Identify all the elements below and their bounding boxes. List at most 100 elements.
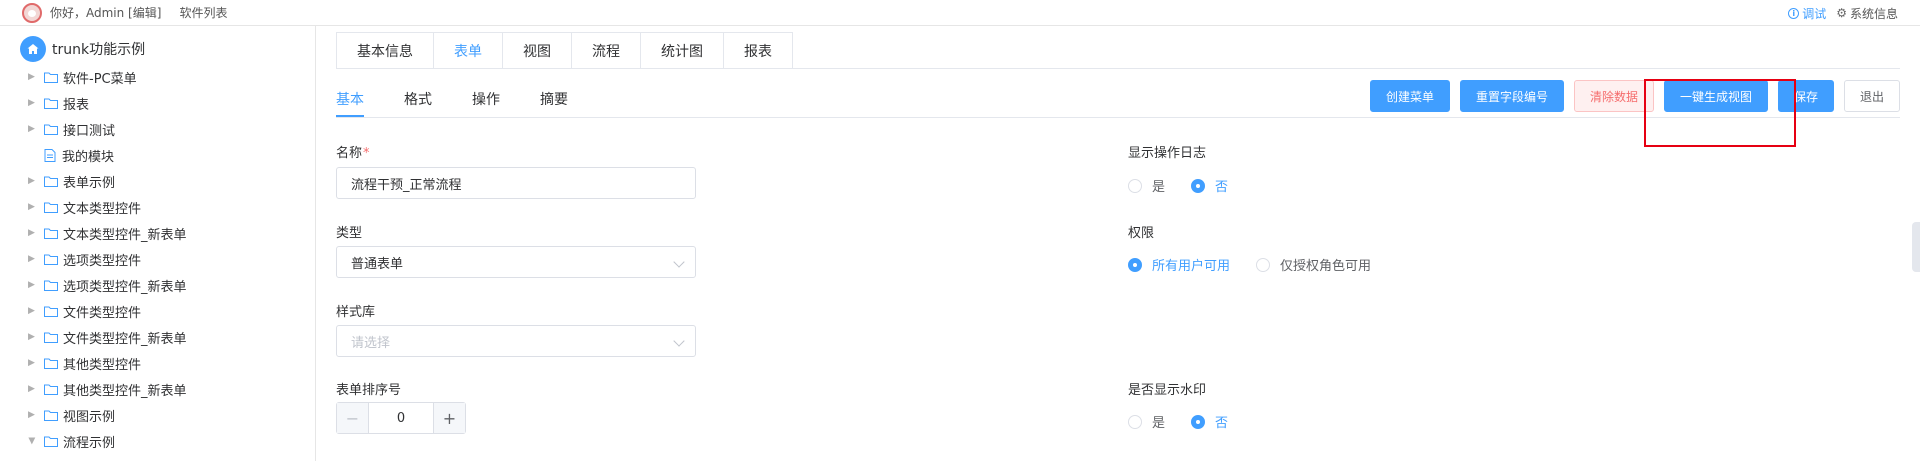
caret-right-icon[interactable]: ▶ [28,98,38,108]
sidebar-item-label: 文本类型控件_新表单 [63,227,187,243]
sidebar-item[interactable]: ▶ 视图示例 [0,402,316,428]
caret-right-icon[interactable]: ▶ [28,124,38,134]
debug-link[interactable]: i 调试 [1788,5,1826,22]
caret-right-icon[interactable]: ▶ [28,72,38,82]
permission-all-users-radio[interactable]: 所有用户可用 [1128,255,1230,274]
sub-tab[interactable]: 摘要 [540,82,568,116]
sidebar-item[interactable]: ▶ 文件类型控件_新表单 [0,324,316,350]
folder-icon [44,176,58,187]
sidebar-item-label: 表单示例 [63,175,116,191]
caret-right-icon[interactable]: ▶ [28,176,38,186]
caret-down-icon[interactable]: ▶ [26,436,38,446]
top-bar: 你好，Admin [编辑] 软件列表 i 调试 ⚙ 系统信息 [0,0,1920,26]
radio-label: 否 [1215,180,1229,195]
name-label-text: 名称 [336,146,363,161]
reset-field-number-button[interactable]: 重置字段编号 [1460,80,1564,112]
folder-icon [44,280,58,291]
radio-label: 是 [1152,180,1166,195]
sidebar-item[interactable]: 我的模块 [0,142,316,168]
permission-radio-group: 所有用户可用 仅授权角色可用 [1128,255,1397,274]
caret-right-icon[interactable]: ▶ [28,280,38,290]
sidebar-item[interactable]: ▶ 文件类型控件 [0,298,316,324]
radio-circle [1128,178,1142,193]
type-select-value: 普通表单 [351,256,404,272]
radio-circle [1256,257,1271,272]
sub-tab[interactable]: 格式 [404,82,432,116]
watermark-no-radio[interactable]: 否 [1191,412,1228,431]
top-tab[interactable]: 报表 [724,33,792,69]
chevron-down-icon [673,256,685,268]
top-right-links: i 调试 ⚙ 系统信息 [1788,0,1898,26]
sub-tab[interactable]: 基本 [336,82,364,117]
top-tab[interactable]: 表单 [434,33,503,69]
radio-circle [1191,178,1206,193]
sub-tabs-divider [336,117,1900,118]
increment-button[interactable]: + [433,403,465,433]
type-select[interactable]: 普通表单 [336,246,696,278]
form-order-value[interactable]: 0 [369,403,433,433]
decrement-button[interactable]: − [337,403,369,433]
top-tab[interactable]: 视图 [503,33,572,69]
debug-label: 调试 [1802,6,1827,21]
show-log-label: 显示操作日志 [1128,146,1207,161]
sidebar-item[interactable]: ▶ 选项类型控件 [0,246,316,272]
folder-open-icon [44,436,58,447]
top-tab[interactable]: 基本信息 [337,33,434,69]
home-icon [20,36,46,62]
sidebar-item-label: 文件类型控件 [63,305,142,321]
show-log-yes-radio[interactable]: 是 [1128,176,1165,195]
folder-icon [44,124,58,135]
create-menu-button[interactable]: 创建菜单 [1370,80,1450,112]
collapse-handle[interactable] [1912,222,1920,272]
name-input[interactable]: 流程干预_正常流程 [336,167,696,199]
sidebar-item-label: 选项类型控件_新表单 [63,279,187,295]
permission-authorized-roles-radio[interactable]: 仅授权角色可用 [1256,255,1371,274]
permission-label: 权限 [1128,226,1155,241]
sidebar-item[interactable]: ▶ 其他类型控件 [0,350,316,376]
sidebar-item[interactable]: ▶ 报表 [0,90,316,116]
sidebar-item-label: 软件-PC菜单 [63,71,137,87]
sidebar-item[interactable]: ▶ 选项类型控件_新表单 [0,272,316,298]
watermark-yes-radio[interactable]: 是 [1128,412,1165,431]
sidebar-item-label: 选项类型控件 [63,253,142,269]
main-content: 基本信息 表单 视图 流程 统计图 报表 基本 格式 操作 摘要 创建菜单 重置字段编号 清除数… [316,26,1920,461]
required-mark: * [363,146,370,161]
sidebar-item-label: 文件类型控件_新表单 [63,331,187,347]
sub-tab[interactable]: 操作 [472,82,500,116]
folder-icon [44,228,58,239]
caret-right-icon[interactable]: ▶ [28,410,38,420]
show-log-no-radio[interactable]: 否 [1191,176,1228,195]
style-library-select[interactable]: 请选择 [336,325,696,357]
sidebar-item[interactable]: ▶ 表单示例 [0,168,316,194]
sidebar-item[interactable]: ▶ 其他类型控件_新表单 [0,376,316,402]
style-library-placeholder: 请选择 [351,335,391,351]
top-tab[interactable]: 流程 [572,33,641,69]
folder-icon [44,410,58,421]
folder-icon [44,384,58,395]
caret-right-icon[interactable]: ▶ [28,228,38,238]
style-library-label: 样式库 [336,305,376,320]
user-greeting[interactable]: 你好，Admin [编辑] [50,4,161,21]
caret-right-icon[interactable]: ▶ [28,332,38,342]
exit-button[interactable]: 退出 [1844,80,1900,112]
sidebar-item[interactable]: ▶ 文本类型控件_新表单 [0,220,316,246]
caret-right-icon[interactable]: ▶ [28,306,38,316]
radio-circle [1128,257,1142,272]
sidebar-item[interactable]: ▶ 软件-PC菜单 [0,64,316,90]
generate-view-button[interactable]: 一键生成视图 [1664,80,1768,112]
avatar[interactable] [22,2,42,23]
save-button[interactable]: 保存 [1778,80,1834,112]
system-info-label: 系统信息 [1849,6,1898,21]
clear-data-button[interactable]: 清除数据 [1574,80,1654,112]
caret-right-icon[interactable]: ▶ [28,202,38,212]
software-list-link[interactable]: 软件列表 [179,4,227,21]
caret-right-icon[interactable]: ▶ [28,254,38,264]
system-info-link[interactable]: ⚙ 系统信息 [1836,5,1898,22]
caret-right-icon[interactable]: ▶ [28,358,38,368]
sidebar-item[interactable]: ▶ 流程示例 [0,428,316,454]
sidebar-item[interactable]: ▶ 接口测试 [0,116,316,142]
sidebar-item[interactable]: ▶ 文本类型控件 [0,194,316,220]
tree-root[interactable]: trunk功能示例 [20,36,145,62]
caret-right-icon[interactable]: ▶ [28,384,38,394]
top-tab[interactable]: 统计图 [641,33,724,69]
